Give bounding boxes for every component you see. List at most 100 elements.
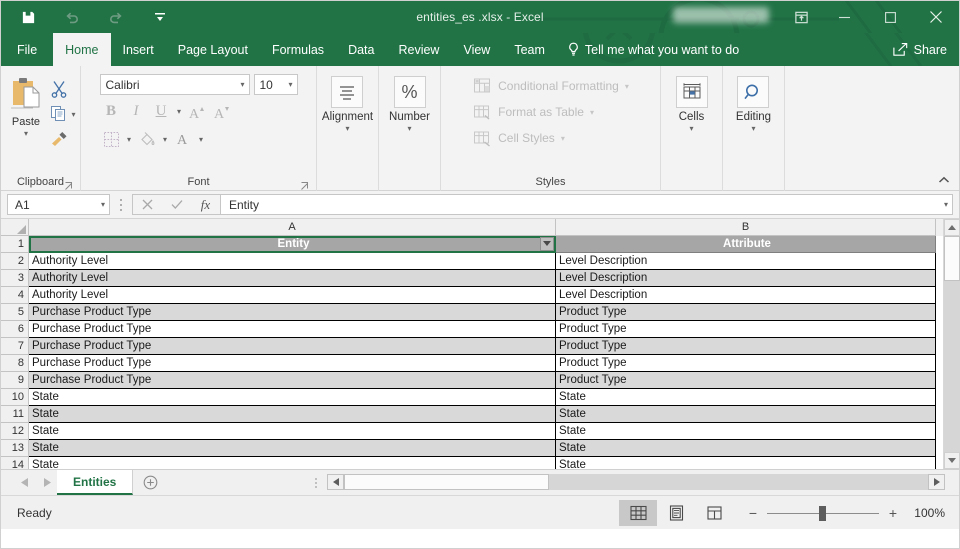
row-header-11[interactable]: 11: [1, 406, 29, 423]
cell-A7[interactable]: Purchase Product Type: [29, 338, 556, 355]
font-size-caret[interactable]: ▾: [288, 80, 292, 89]
cell-B6[interactable]: Product Type: [556, 321, 936, 338]
cell-B4[interactable]: Level Description: [556, 287, 936, 304]
cell-A3[interactable]: Authority Level: [29, 270, 556, 287]
format-painter-button[interactable]: [49, 128, 78, 150]
save-icon[interactable]: [17, 6, 39, 28]
name-box-caret[interactable]: ▾: [101, 200, 105, 209]
tab-file[interactable]: File: [1, 33, 53, 66]
page-break-preview-button[interactable]: [695, 500, 733, 526]
ribbon-group-cells[interactable]: Cells ▾: [661, 66, 723, 191]
alignment-dropdown-caret[interactable]: ▾: [345, 124, 349, 133]
row-header-14[interactable]: 14: [1, 457, 29, 469]
vertical-scrollbar[interactable]: [943, 219, 960, 469]
row-header-1[interactable]: 1: [1, 236, 29, 253]
formula-input[interactable]: Entity ▾: [220, 194, 953, 215]
page-layout-view-button[interactable]: [657, 500, 695, 526]
zoom-slider[interactable]: [767, 505, 879, 521]
ribbon-group-alignment[interactable]: Alignment ▾: [317, 66, 379, 191]
filter-dropdown-a1[interactable]: [540, 237, 554, 251]
cell-B12[interactable]: State: [556, 423, 936, 440]
tab-scroll-splitter[interactable]: [307, 470, 325, 495]
row-header-3[interactable]: 3: [1, 270, 29, 287]
cell-A12[interactable]: State: [29, 423, 556, 440]
format-as-table-caret[interactable]: ▾: [590, 108, 594, 117]
zoom-slider-thumb[interactable]: [819, 505, 826, 521]
horizontal-scroll-thumb[interactable]: [344, 474, 550, 490]
row-header-5[interactable]: 5: [1, 304, 29, 321]
number-dropdown-caret[interactable]: ▾: [407, 124, 411, 133]
cell-B7[interactable]: Product Type: [556, 338, 936, 355]
row-header-6[interactable]: 6: [1, 321, 29, 338]
cell-A9[interactable]: Purchase Product Type: [29, 372, 556, 389]
conditional-formatting-button[interactable]: Conditional Formatting ▾: [472, 76, 629, 96]
row-header-4[interactable]: 4: [1, 287, 29, 304]
zoom-out-button[interactable]: −: [747, 505, 759, 521]
italic-button[interactable]: I: [125, 100, 148, 123]
ribbon-group-number[interactable]: % Number ▾: [379, 66, 441, 191]
close-icon[interactable]: [913, 1, 959, 33]
font-color-button[interactable]: A: [172, 128, 195, 151]
cell-B11[interactable]: State: [556, 406, 936, 423]
row-header-2[interactable]: 2: [1, 253, 29, 270]
scroll-left-button[interactable]: [327, 474, 345, 490]
editing-dropdown-caret[interactable]: ▾: [751, 124, 755, 133]
tab-data[interactable]: Data: [336, 33, 386, 66]
cell-A13[interactable]: State: [29, 440, 556, 457]
enter-formula-icon[interactable]: [162, 195, 191, 214]
cell-B14[interactable]: State: [556, 457, 936, 469]
row-header-10[interactable]: 10: [1, 389, 29, 406]
tab-review[interactable]: Review: [386, 33, 451, 66]
cell-A8[interactable]: Purchase Product Type: [29, 355, 556, 372]
scroll-right-button[interactable]: [928, 474, 945, 490]
conditional-formatting-caret[interactable]: ▾: [625, 82, 629, 91]
collapse-ribbon-icon[interactable]: [937, 173, 951, 187]
tell-me-search[interactable]: Tell me what you want to do: [557, 33, 749, 66]
horizontal-scrollbar[interactable]: [325, 470, 959, 495]
ribbon-group-editing[interactable]: Editing ▾: [723, 66, 785, 191]
cell-A4[interactable]: Authority Level: [29, 287, 556, 304]
cell-A2[interactable]: Authority Level: [29, 253, 556, 270]
cells-dropdown-caret[interactable]: ▾: [689, 124, 693, 133]
font-name-caret[interactable]: ▾: [240, 80, 244, 89]
cell-B2[interactable]: Level Description: [556, 253, 936, 270]
paste-button[interactable]: Paste ▾: [3, 74, 49, 150]
cell-B5[interactable]: Product Type: [556, 304, 936, 321]
zoom-level-label[interactable]: 100%: [907, 506, 959, 520]
copy-button[interactable]: ▾: [49, 103, 78, 125]
tab-page-layout[interactable]: Page Layout: [166, 33, 260, 66]
cancel-formula-icon[interactable]: [133, 195, 162, 214]
horizontal-scroll-track[interactable]: [344, 474, 928, 490]
column-header-b[interactable]: B: [556, 219, 936, 236]
row-header-9[interactable]: 9: [1, 372, 29, 389]
cell-A11[interactable]: State: [29, 406, 556, 423]
cell-B8[interactable]: Product Type: [556, 355, 936, 372]
share-button[interactable]: Share: [892, 33, 947, 66]
zoom-in-button[interactable]: +: [887, 505, 899, 521]
underline-dropdown-caret[interactable]: ▾: [175, 107, 184, 116]
cell-B3[interactable]: Level Description: [556, 270, 936, 287]
cell-B1[interactable]: Attribute: [556, 236, 936, 253]
tab-formulas[interactable]: Formulas: [260, 33, 336, 66]
cell-styles-button[interactable]: Cell Styles ▾: [472, 128, 629, 148]
add-sheet-button[interactable]: [133, 470, 167, 495]
decrease-font-size-button[interactable]: A: [211, 100, 234, 123]
tab-view[interactable]: View: [451, 33, 502, 66]
cell-B10[interactable]: State: [556, 389, 936, 406]
scroll-up-button[interactable]: [943, 219, 960, 236]
previous-sheet-icon[interactable]: [21, 478, 28, 487]
tab-team[interactable]: Team: [502, 33, 557, 66]
tab-insert[interactable]: Insert: [111, 33, 166, 66]
column-header-a[interactable]: A: [29, 219, 556, 236]
bold-button[interactable]: B: [100, 100, 123, 123]
paste-dropdown-caret[interactable]: ▾: [24, 129, 28, 138]
formula-bar-splitter[interactable]: [110, 197, 132, 213]
cell-A6[interactable]: Purchase Product Type: [29, 321, 556, 338]
next-sheet-icon[interactable]: [44, 478, 51, 487]
expand-formula-bar-caret[interactable]: ▾: [944, 200, 948, 209]
maximize-icon[interactable]: [867, 1, 913, 33]
cell-A1[interactable]: Entity: [29, 236, 556, 253]
fill-color-button[interactable]: [136, 128, 159, 151]
sheet-tab-entities[interactable]: Entities: [57, 470, 134, 495]
vertical-scroll-thumb[interactable]: [943, 236, 960, 281]
